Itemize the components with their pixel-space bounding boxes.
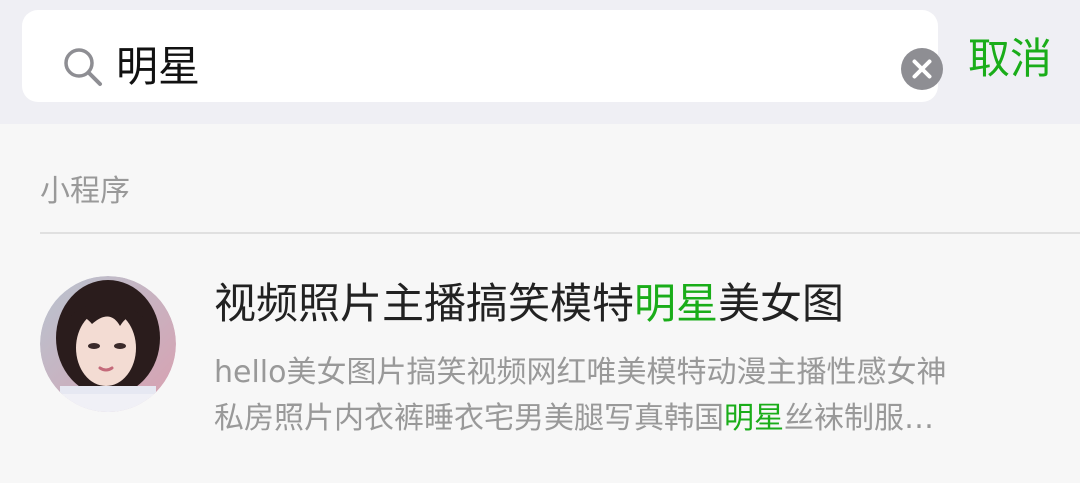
description-line-2: 私房照片内衣裤睡衣宅男美腿写真韩国明星丝袜制服…: [214, 396, 1044, 442]
avatar: [40, 276, 176, 412]
search-icon: [64, 48, 102, 86]
title-text-end: 美女图: [718, 279, 845, 328]
divider: [40, 232, 1080, 234]
description-line-1: hello美女图片搞笑视频网红唯美模特动漫主播性感女神: [214, 355, 947, 390]
list-item[interactable]: 视频照片主播搞笑模特明星美女图 hello美女图片搞笑视频网红唯美模特动漫主播性…: [0, 264, 1080, 436]
title-text: 视频照片主播搞笑模特: [214, 279, 635, 328]
result-title: 视频照片主播搞笑模特明星美女图: [214, 276, 844, 332]
clear-icon[interactable]: [900, 47, 944, 91]
description-text: 私房照片内衣裤睡衣宅男美腿写真韩国: [214, 401, 724, 436]
title-highlight: 明星: [634, 279, 719, 328]
search-bar[interactable]: 明星: [22, 10, 943, 102]
result-description: hello美女图片搞笑视频网红唯美模特动漫主播性感女神 私房照片内衣裤睡衣宅男美…: [214, 350, 1044, 442]
description-text-end: 丝袜制服…: [784, 401, 934, 436]
description-highlight: 明星: [724, 401, 784, 436]
section-label-mini-programs: 小程序: [40, 174, 130, 209]
cancel-button[interactable]: 取消: [968, 30, 1052, 88]
search-input[interactable]: 明星: [116, 38, 200, 96]
search-header: 明星 取消: [0, 0, 1080, 124]
search-results: 小程序 视频照片主播搞笑模特明星美女图 hello美女图片搞笑视频网红唯美模特动…: [0, 124, 1080, 483]
